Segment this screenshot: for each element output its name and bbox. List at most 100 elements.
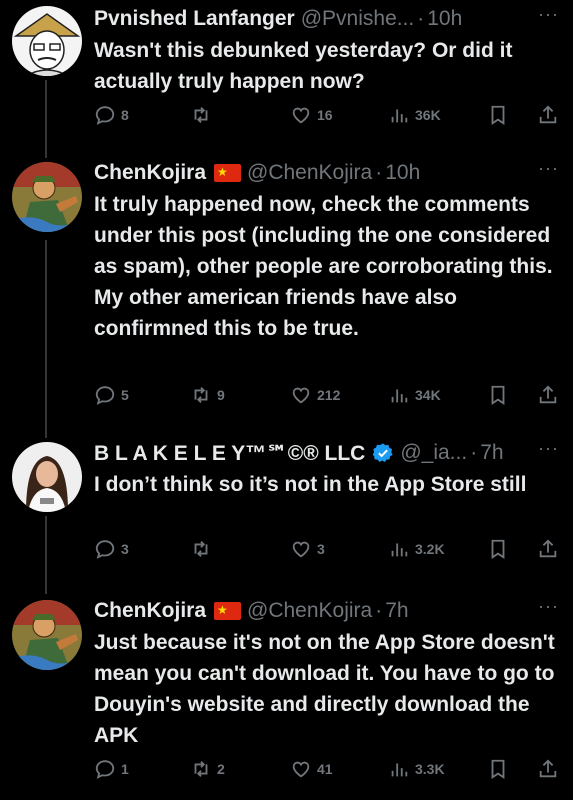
views-button[interactable]: 34K <box>388 384 441 406</box>
user-handle[interactable]: @_ia... <box>400 441 467 465</box>
share-button[interactable] <box>537 384 559 406</box>
share-icon <box>539 105 557 124</box>
like-button[interactable]: 41 <box>290 758 333 780</box>
like-count: 3 <box>317 541 325 557</box>
tweet-header: Pvnished Lanfanger @Pvnishe... · 10h ··· <box>94 4 559 34</box>
timestamp[interactable]: 10h <box>427 7 462 31</box>
heart-icon <box>292 107 310 124</box>
tweet[interactable]: B L A K E L E Y™℠©® LLC @_ia... · 7h ···… <box>0 432 573 592</box>
bookmark-button[interactable] <box>487 104 509 126</box>
display-name[interactable]: B L A K E L E Y™℠©® LLC <box>94 441 365 466</box>
retweet-count: 9 <box>217 387 225 403</box>
views-button[interactable]: 36K <box>388 104 441 126</box>
avatar-image <box>12 6 82 76</box>
reply-button[interactable]: 8 <box>94 104 129 126</box>
views-icon <box>391 109 408 123</box>
reply-count: 3 <box>121 541 129 557</box>
retweet-icon <box>194 541 208 557</box>
tweet-text: Wasn't this debunked yesterday? Or did i… <box>94 39 513 93</box>
separator-dot: · <box>470 441 478 464</box>
tweet[interactable]: Pvnished Lanfanger @Pvnishe... · 10h ···… <box>0 0 573 150</box>
retweet-icon <box>194 387 208 403</box>
retweet-icon <box>194 107 208 123</box>
views-button[interactable]: 3.2K <box>388 538 445 560</box>
avatar[interactable] <box>12 600 82 670</box>
retweet-icon <box>194 761 208 777</box>
share-icon <box>539 539 557 558</box>
more-options-icon[interactable]: ··· <box>538 4 559 25</box>
avatar[interactable] <box>12 442 82 512</box>
avatar-image <box>12 162 82 232</box>
like-count: 16 <box>317 107 333 123</box>
bookmark-icon <box>491 385 505 405</box>
timestamp[interactable]: 10h <box>385 161 420 185</box>
reply-button[interactable]: 5 <box>94 384 129 406</box>
share-icon <box>539 759 557 778</box>
tweet[interactable]: ChenKojira @ChenKojira · 10h ··· It trul… <box>0 152 573 432</box>
retweet-button[interactable] <box>190 104 217 126</box>
china-flag-icon <box>214 601 242 620</box>
bookmark-button[interactable] <box>487 384 509 406</box>
heart-icon <box>292 761 310 778</box>
avatar[interactable] <box>12 6 82 76</box>
reply-count: 8 <box>121 107 129 123</box>
retweet-button[interactable]: 9 <box>190 384 225 406</box>
tweet-actions: 5 9 212 34K <box>94 384 559 414</box>
separator-dot: · <box>375 599 383 622</box>
bookmark-button[interactable] <box>487 538 509 560</box>
like-count: 41 <box>317 761 333 777</box>
bookmark-icon <box>491 105 505 125</box>
tweet-actions: 8 16 36K <box>94 104 559 134</box>
display-name[interactable]: Pvnished Lanfanger <box>94 7 295 31</box>
reply-count: 1 <box>121 761 129 777</box>
more-options-icon[interactable]: ··· <box>538 596 559 617</box>
retweet-count: 2 <box>217 761 225 777</box>
reply-button[interactable]: 3 <box>94 538 129 560</box>
views-count: 36K <box>415 107 441 123</box>
bookmark-button[interactable] <box>487 758 509 780</box>
reply-icon <box>95 106 115 125</box>
views-icon <box>391 389 408 403</box>
like-button[interactable]: 3 <box>290 538 325 560</box>
retweet-button[interactable] <box>190 538 217 560</box>
tweet[interactable]: ChenKojira @ChenKojira · 7h ··· Just bec… <box>0 592 573 800</box>
retweet-button[interactable]: 2 <box>190 758 225 780</box>
display-name[interactable]: ChenKojira <box>94 599 206 623</box>
reply-button[interactable]: 1 <box>94 758 129 780</box>
user-handle[interactable]: @Pvnishe... <box>301 7 415 31</box>
like-button[interactable]: 212 <box>290 384 340 406</box>
timestamp[interactable]: 7h <box>385 599 408 623</box>
share-button[interactable] <box>537 104 559 126</box>
reply-count: 5 <box>121 387 129 403</box>
views-count: 34K <box>415 387 441 403</box>
display-name[interactable]: ChenKojira <box>94 161 206 185</box>
share-button[interactable] <box>537 538 559 560</box>
like-count: 212 <box>317 387 341 403</box>
china-flag-icon <box>214 163 242 182</box>
timestamp[interactable]: 7h <box>480 441 503 465</box>
share-icon <box>539 385 557 404</box>
reply-icon <box>95 760 115 779</box>
tweet-text: Just because it's not on the App Store d… <box>94 631 555 747</box>
more-options-icon[interactable]: ··· <box>538 158 559 179</box>
heart-icon <box>292 541 310 558</box>
like-button[interactable]: 16 <box>290 104 333 126</box>
separator-dot: · <box>417 7 425 30</box>
share-button[interactable] <box>537 758 559 780</box>
views-count: 3.3K <box>415 761 445 777</box>
tweet-actions: 1 2 41 3.3K <box>94 758 559 788</box>
reply-icon <box>95 540 115 559</box>
tweet-text: I don’t think so it’s not in the App Sto… <box>94 473 527 496</box>
user-handle[interactable]: @ChenKojira <box>247 161 372 185</box>
verified-badge-icon <box>372 442 394 464</box>
avatar-image <box>12 600 82 670</box>
reply-icon <box>95 386 115 405</box>
more-options-icon[interactable]: ··· <box>538 438 559 459</box>
heart-icon <box>292 387 310 404</box>
tweet-header: ChenKojira @ChenKojira · 10h ··· <box>94 158 559 188</box>
separator-dot: · <box>375 161 383 184</box>
user-handle[interactable]: @ChenKojira <box>247 599 372 623</box>
avatar[interactable] <box>12 162 82 232</box>
views-button[interactable]: 3.3K <box>388 758 445 780</box>
tweet-actions: 3 3 3.2K <box>94 538 559 568</box>
